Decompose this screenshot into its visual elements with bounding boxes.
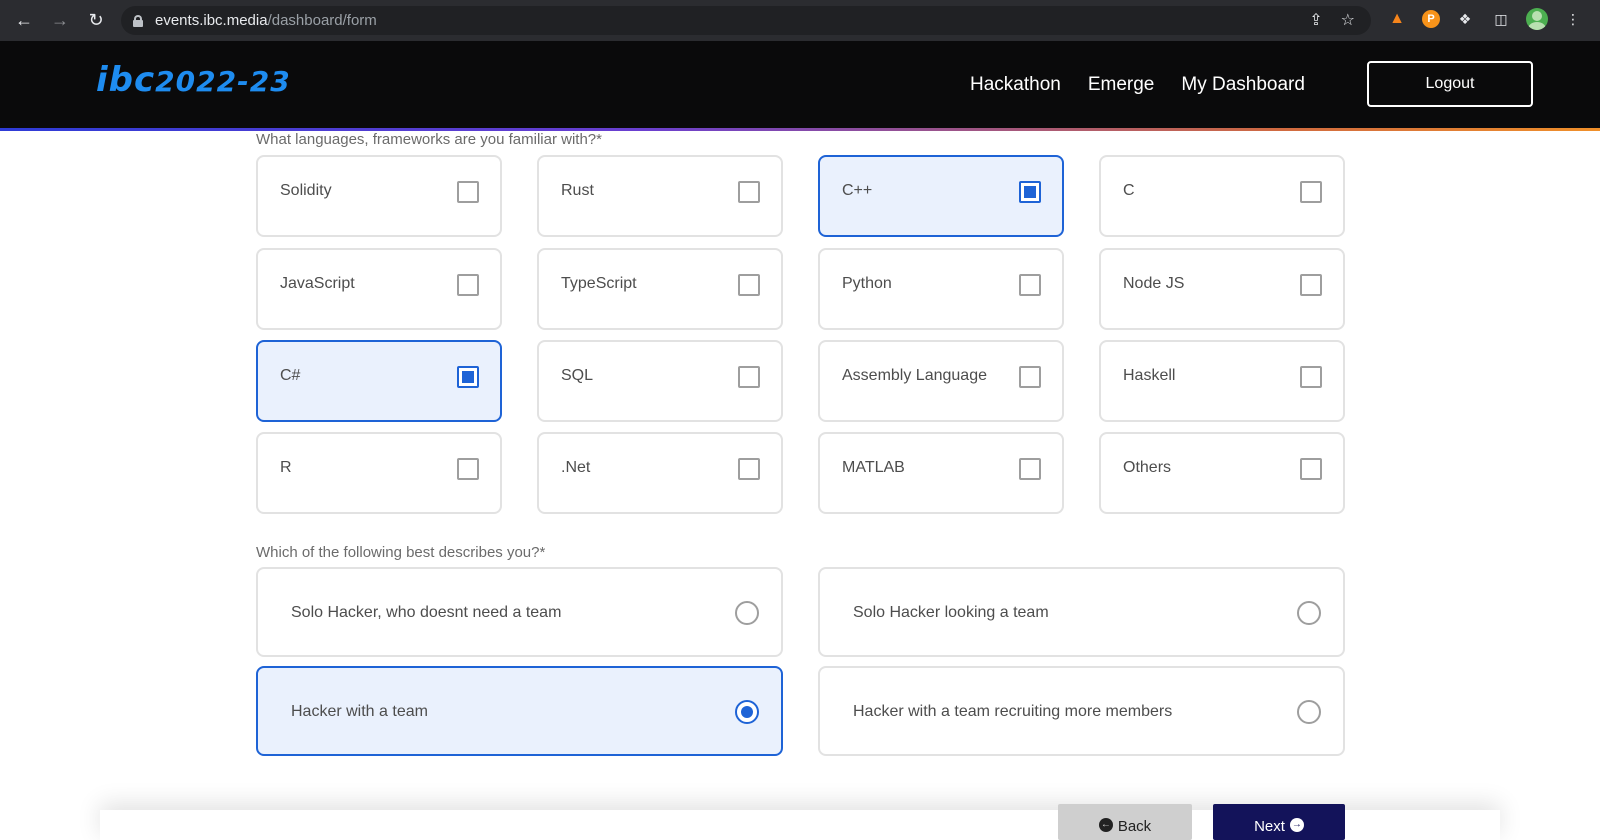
language-option[interactable]: C [1099, 155, 1345, 237]
language-checkbox[interactable] [738, 458, 760, 480]
language-option[interactable]: JavaScript [256, 248, 502, 330]
back-button-label: Back [1117, 818, 1152, 835]
language-checkbox[interactable] [1300, 181, 1322, 203]
logout-button[interactable]: Logout [1367, 61, 1533, 107]
next-button[interactable]: Next → [1213, 804, 1345, 840]
header-gradient-bar [0, 128, 1600, 131]
language-checkbox[interactable] [1300, 366, 1322, 388]
role-option-label: Solo Hacker, who doesnt need a team [291, 604, 562, 621]
language-option-label: SQL [561, 367, 594, 384]
language-option-label: C# [280, 367, 301, 384]
url-host: events.ibc.media [155, 12, 268, 29]
role-option[interactable]: Solo Hacker, who doesnt need a team [256, 567, 783, 657]
language-option[interactable]: Solidity [256, 155, 502, 237]
language-option[interactable]: Node JS [1099, 248, 1345, 330]
language-option-label: C [1123, 182, 1135, 199]
role-option-label: Hacker with a team recruiting more membe… [853, 703, 1173, 720]
side-panel-icon[interactable]: ◫ [1490, 8, 1512, 30]
language-option-label: JavaScript [280, 275, 355, 292]
language-option-label: Others [1123, 459, 1172, 476]
language-checkbox[interactable] [457, 458, 479, 480]
metamask-icon[interactable]: ▲ [1386, 8, 1408, 30]
next-button-label: Next [1254, 818, 1285, 835]
role-option[interactable]: Solo Hacker looking a team [818, 567, 1345, 657]
language-checkbox[interactable] [1019, 366, 1041, 388]
language-option[interactable]: .Net [537, 432, 783, 514]
role-radio[interactable] [1297, 700, 1321, 724]
share-icon[interactable]: ⇪ [1309, 10, 1322, 30]
language-option[interactable]: C# [256, 340, 502, 422]
language-option[interactable]: TypeScript [537, 248, 783, 330]
language-option-label: Haskell [1123, 367, 1176, 384]
nav-my-dashboard[interactable]: My Dashboard [1181, 74, 1305, 96]
language-option[interactable]: Haskell [1099, 340, 1345, 422]
url-path: /dashboard/form [267, 12, 377, 29]
nav-hackathon[interactable]: Hackathon [970, 74, 1061, 96]
role-option[interactable]: Hacker with a team recruiting more membe… [818, 666, 1345, 756]
languages-question-label: What languages, frameworks are you famil… [256, 131, 602, 148]
browser-toolbar: ← → ↻ events.ibc.media/dashboard/form ⇪ … [0, 0, 1600, 41]
language-checkbox[interactable] [457, 181, 479, 203]
role-option[interactable]: Hacker with a team [256, 666, 783, 756]
nav-emerge[interactable]: Emerge [1088, 74, 1155, 96]
arrow-left-circle-icon: ← [1098, 818, 1113, 832]
language-option-label: .Net [561, 459, 591, 476]
language-option-label: MATLAB [842, 459, 905, 476]
language-option[interactable]: SQL [537, 340, 783, 422]
language-checkbox[interactable] [1019, 181, 1041, 203]
language-option[interactable]: MATLAB [818, 432, 1064, 514]
profile-avatar[interactable] [1526, 8, 1548, 30]
ibc-logo[interactable]: ibc2022-23 [96, 60, 291, 100]
language-checkbox[interactable] [738, 366, 760, 388]
language-option[interactable]: Rust [537, 155, 783, 237]
language-option[interactable]: C++ [818, 155, 1064, 237]
lock-icon[interactable] [133, 14, 143, 27]
back-icon[interactable]: ← [6, 3, 42, 39]
language-checkbox[interactable] [738, 274, 760, 296]
language-option[interactable]: Others [1099, 432, 1345, 514]
address-bar[interactable]: events.ibc.media/dashboard/form ⇪ ☆ [121, 6, 1371, 35]
forward-icon[interactable]: → [42, 3, 78, 39]
language-checkbox[interactable] [1019, 274, 1041, 296]
language-option[interactable]: Python [818, 248, 1064, 330]
arrow-right-circle-icon: → [1289, 818, 1304, 832]
language-option-label: Rust [561, 182, 594, 199]
language-checkbox[interactable] [457, 274, 479, 296]
role-option-label: Hacker with a team [291, 703, 428, 720]
coin-extension-icon[interactable]: P [1422, 10, 1440, 28]
language-option-label: Assembly Language [842, 367, 987, 384]
language-checkbox[interactable] [738, 181, 760, 203]
language-option-label: Node JS [1123, 275, 1185, 292]
language-option[interactable]: Assembly Language [818, 340, 1064, 422]
language-option[interactable]: R [256, 432, 502, 514]
role-radio[interactable] [1297, 601, 1321, 625]
star-icon[interactable]: ☆ [1341, 10, 1355, 30]
language-option-label: Solidity [280, 182, 332, 199]
menu-dots-icon[interactable]: ⋮ [1562, 8, 1584, 30]
role-radio[interactable] [735, 601, 759, 625]
language-option-label: C++ [842, 182, 873, 199]
puzzle-icon[interactable]: ❖ [1454, 8, 1476, 30]
language-checkbox[interactable] [1300, 274, 1322, 296]
main-nav: Hackathon Emerge My Dashboard [970, 74, 1305, 96]
role-radio[interactable] [735, 700, 759, 724]
language-option-label: TypeScript [561, 275, 637, 292]
language-checkbox[interactable] [457, 366, 479, 388]
language-option-label: R [280, 459, 292, 476]
language-checkbox[interactable] [1019, 458, 1041, 480]
role-question-label: Which of the following best describes yo… [256, 544, 546, 561]
language-option-label: Python [842, 275, 892, 292]
role-option-label: Solo Hacker looking a team [853, 604, 1049, 621]
reload-icon[interactable]: ↻ [78, 3, 114, 39]
language-checkbox[interactable] [1300, 458, 1322, 480]
back-button[interactable]: ← Back [1058, 804, 1192, 840]
